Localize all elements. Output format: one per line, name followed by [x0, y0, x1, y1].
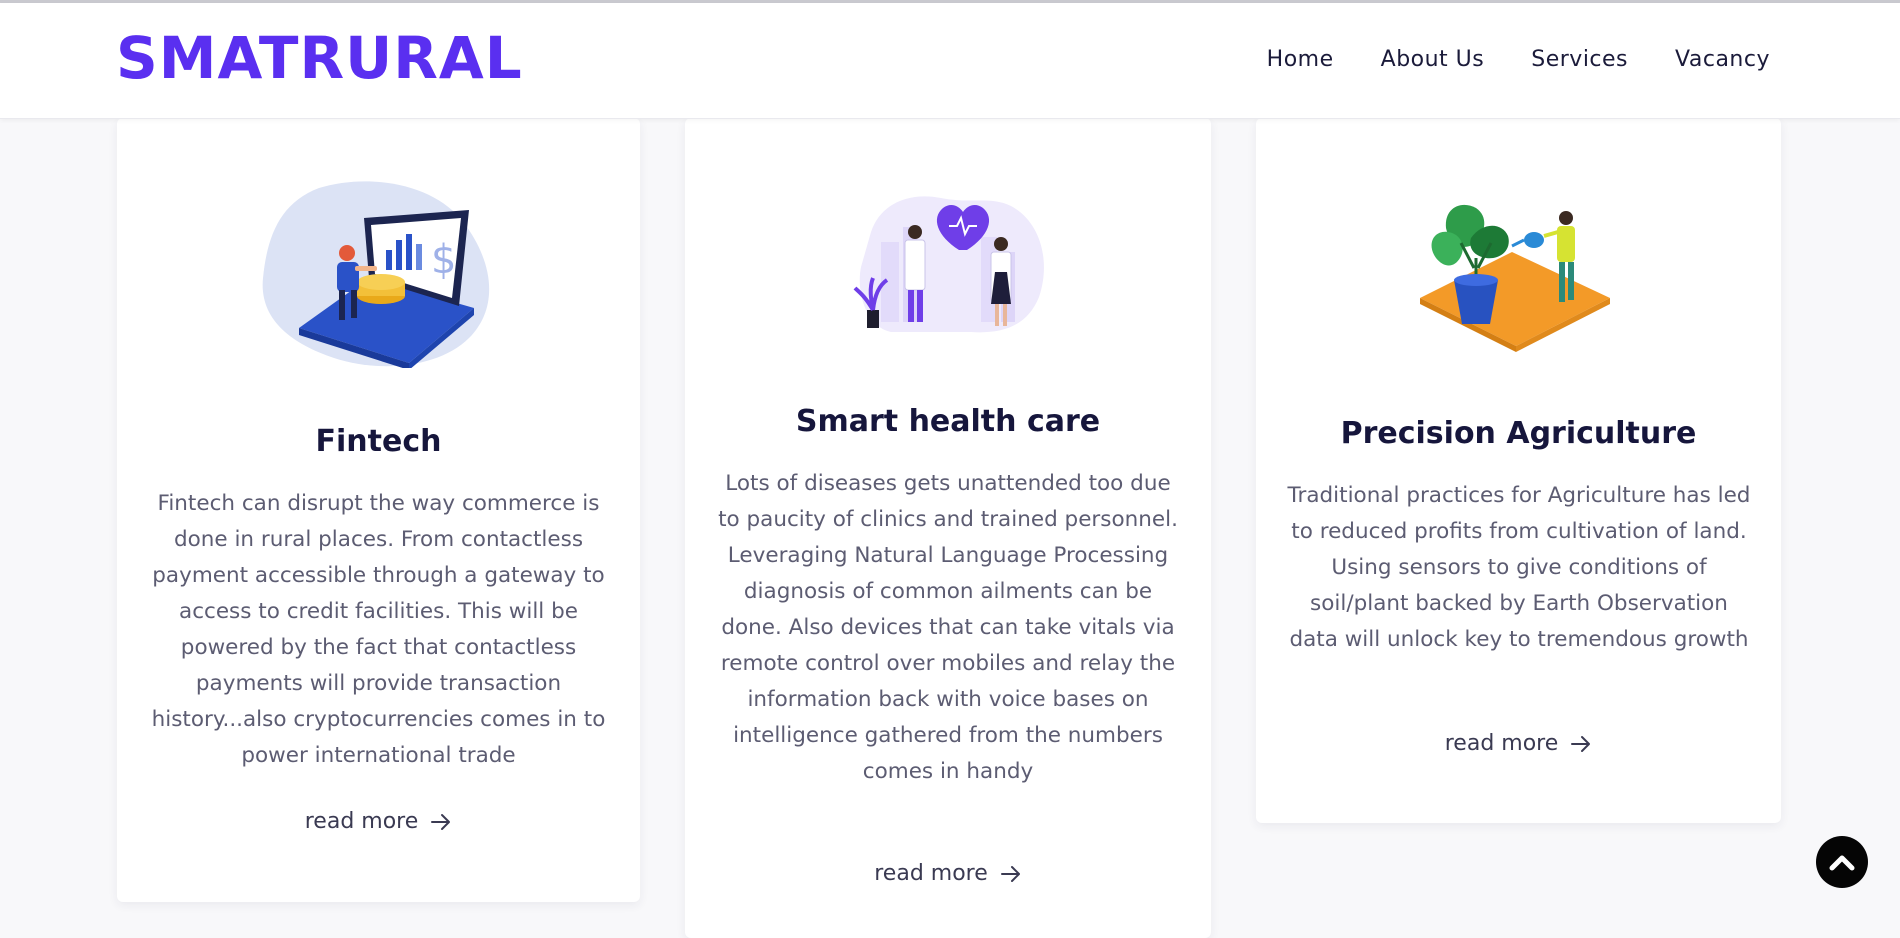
card-description: Fintech can disrupt the way commerce is …	[151, 491, 606, 768]
site-logo[interactable]: SMATRURAL	[116, 23, 523, 93]
site-header: SMATRURAL Home About Us Services Vacancy	[0, 3, 1900, 119]
nav-services-link[interactable]: Services	[1531, 47, 1628, 72]
main-nav: Home About Us Services Vacancy	[1267, 47, 1770, 72]
read-more-link[interactable]: read more	[1256, 731, 1781, 756]
fintech-laptop-illustration: $	[262, 181, 490, 368]
service-card-fintech: $ Fintech Fintech can disrupt the way co…	[117, 118, 640, 902]
svg-text:$: $	[431, 237, 456, 283]
card-title: Precision Agriculture	[1340, 416, 1697, 451]
service-card-agriculture: Precision Agriculture Traditional practi…	[1256, 118, 1781, 823]
card-title: Fintech	[315, 424, 442, 459]
arrow-right-icon	[431, 813, 451, 830]
scroll-to-top-button[interactable]	[1816, 836, 1868, 888]
read-more-link[interactable]: read more	[685, 861, 1211, 886]
nav-home-link[interactable]: Home	[1267, 47, 1334, 72]
plant-watering-illustration	[1420, 204, 1610, 352]
nav-about-us-link[interactable]: About Us	[1381, 47, 1485, 72]
service-card-health: Smart health care Lots of diseases gets …	[685, 118, 1211, 938]
doctors-heart-illustration	[853, 196, 1044, 333]
card-title: Smart health care	[795, 404, 1101, 439]
nav-vacancy-link[interactable]: Vacancy	[1675, 47, 1770, 72]
arrow-right-icon	[1571, 735, 1591, 752]
card-description: Traditional practices for Agriculture ha…	[1287, 483, 1751, 652]
card-description: Lots of diseases gets unattended too due…	[718, 471, 1178, 784]
arrow-right-icon	[1000, 865, 1020, 882]
read-more-link[interactable]: read more	[117, 809, 640, 834]
chevron-up-icon	[1829, 855, 1855, 871]
